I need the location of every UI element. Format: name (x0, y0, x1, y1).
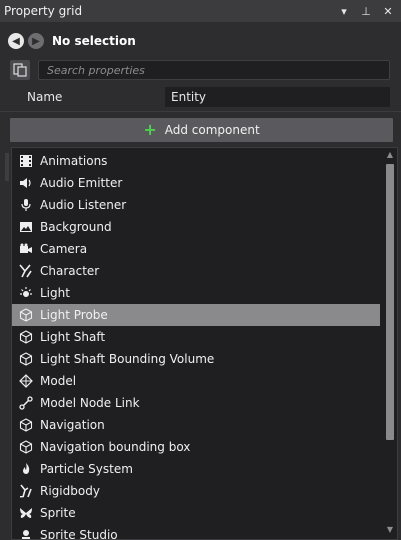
component-item-animations[interactable]: Animations (12, 150, 380, 172)
image-icon (18, 219, 34, 235)
link-icon (18, 395, 34, 411)
component-item-label: Particle System (40, 462, 133, 476)
dropdown-menu-icon[interactable]: ▾ (337, 5, 351, 18)
scrollbar[interactable]: ▲ ▼ (383, 148, 397, 539)
component-item-label: Sprite Studio (40, 528, 118, 540)
panel-edge (5, 153, 9, 181)
component-item-model-node-link[interactable]: Model Node Link (12, 392, 380, 414)
component-item-label: Camera (40, 242, 88, 256)
component-item-rigidbody[interactable]: Rigidbody (12, 480, 380, 502)
component-item-label: Background (40, 220, 112, 234)
component-dropdown: Animations Audio Emitter Audio Listener Bac… (11, 147, 398, 540)
component-item-light-probe[interactable]: Light Probe (12, 304, 380, 326)
component-item-light-shaft[interactable]: Light Shaft (12, 326, 380, 348)
navigation-row: ◀ ▶ No selection (8, 30, 136, 52)
component-item-label: Sprite (40, 506, 76, 520)
search-input[interactable] (45, 62, 389, 78)
component-item-model[interactable]: Model (12, 370, 380, 392)
component-item-audio-emitter[interactable]: Audio Emitter (12, 172, 380, 194)
component-item-navigation-bounding-box[interactable]: Navigation bounding box (12, 436, 380, 458)
scroll-thumb[interactable] (386, 164, 394, 440)
search-row (10, 59, 393, 81)
name-label: Name (27, 90, 63, 104)
component-item-sprite-studio[interactable]: Sprite Studio (12, 524, 380, 540)
add-component-button[interactable]: + Add component (10, 118, 393, 142)
close-icon[interactable]: ✕ (381, 5, 395, 18)
component-item-label: Light Probe (40, 308, 108, 322)
back-arrow-icon[interactable]: ◀ (8, 33, 24, 49)
component-item-particle-system[interactable]: Particle System (12, 458, 380, 480)
rigidbody-icon (18, 483, 34, 499)
cube-icon (18, 329, 34, 345)
component-item-label: Character (40, 264, 100, 278)
component-item-label: Navigation (40, 418, 105, 432)
component-item-background[interactable]: Background (12, 216, 380, 238)
title-bar: Property grid ▾ ⊥ ✕ (0, 0, 401, 22)
cube-icon (18, 307, 34, 323)
speaker-icon (18, 175, 34, 191)
component-item-character[interactable]: Character (12, 260, 380, 282)
cube-icon (18, 417, 34, 433)
sprite-studio-icon (18, 527, 34, 539)
component-item-sprite[interactable]: Sprite (12, 502, 380, 524)
fire-icon (18, 461, 34, 477)
character-icon (18, 263, 34, 279)
component-item-label: Animations (40, 154, 108, 168)
component-item-light[interactable]: Light (12, 282, 380, 304)
component-item-label: Model Node Link (40, 396, 140, 410)
cube-icon (18, 351, 34, 367)
component-item-label: Light (40, 286, 70, 300)
component-item-label: Audio Emitter (40, 176, 123, 190)
component-item-camera[interactable]: Camera (12, 238, 380, 260)
cube-icon (18, 439, 34, 455)
component-list: Animations Audio Emitter Audio Listener Bac… (12, 150, 380, 540)
window-title: Property grid (4, 4, 83, 18)
camera-icon (18, 241, 34, 257)
copy-settings-icon[interactable] (10, 60, 30, 80)
name-field[interactable]: Entity (165, 87, 390, 107)
butterfly-icon (18, 505, 34, 521)
microphone-icon (18, 197, 34, 213)
scroll-up-icon[interactable]: ▲ (385, 150, 395, 162)
component-item-label: Light Shaft Bounding Volume (40, 352, 215, 366)
divider (0, 111, 401, 112)
name-property-row: Name Entity (0, 86, 401, 108)
component-item-label: Model (40, 374, 77, 388)
plus-icon: + (143, 120, 157, 139)
pin-icon[interactable]: ⊥ (359, 5, 373, 18)
component-item-label: Rigidbody (40, 484, 100, 498)
forward-arrow-icon[interactable]: ▶ (28, 33, 44, 49)
light-icon (18, 285, 34, 301)
component-item-label: Audio Listener (40, 198, 127, 212)
selection-label: No selection (52, 34, 136, 48)
film-icon (18, 153, 34, 169)
add-component-label: Add component (164, 123, 260, 137)
component-item-light-shaft-bounding-volume[interactable]: Light Shaft Bounding Volume (12, 348, 380, 370)
component-item-label: Navigation bounding box (40, 440, 191, 454)
component-item-label: Light Shaft (40, 330, 106, 344)
window-controls: ▾ ⊥ ✕ (337, 5, 401, 18)
scroll-down-icon[interactable]: ▼ (385, 525, 395, 537)
component-item-navigation[interactable]: Navigation (12, 414, 380, 436)
search-box (38, 60, 390, 80)
component-item-audio-listener[interactable]: Audio Listener (12, 194, 380, 216)
model-icon (18, 373, 34, 389)
